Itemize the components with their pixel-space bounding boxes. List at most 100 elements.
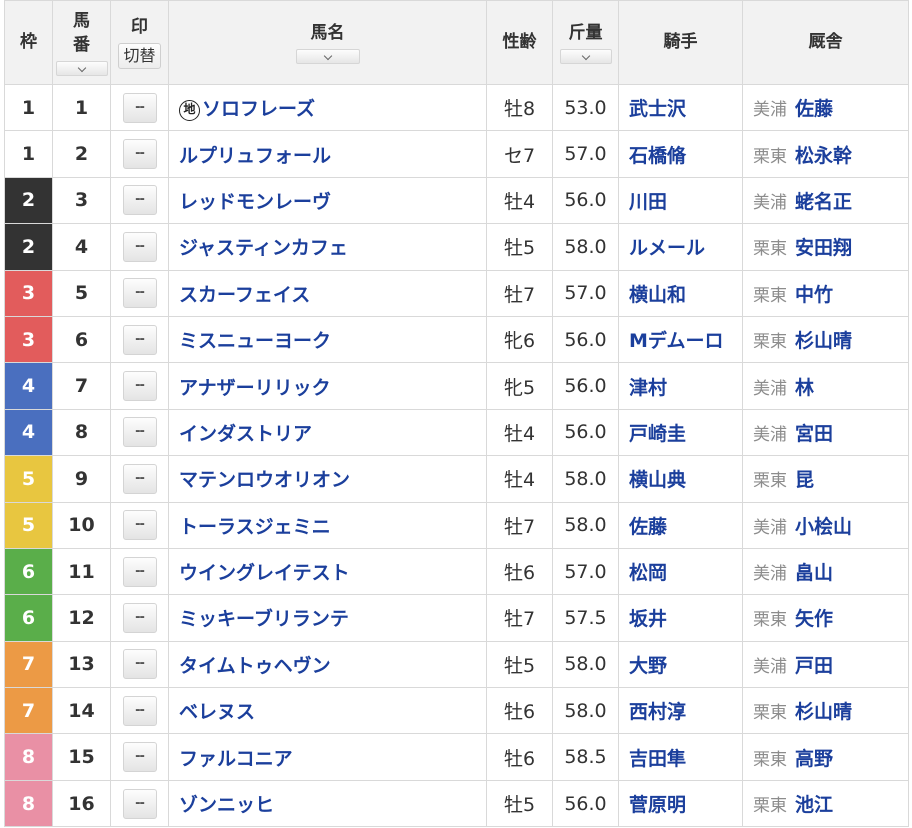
trainer-link[interactable]: 安田翔 bbox=[795, 237, 852, 259]
horse-name-link[interactable]: アナザーリリック bbox=[179, 377, 331, 399]
table-row: 4 8 -- インダストリア 牡4 56.0 戸崎圭 美浦 宮田 bbox=[4, 408, 909, 457]
trainer-region: 栗東 bbox=[753, 285, 787, 306]
mark-select-button[interactable]: -- bbox=[122, 185, 157, 216]
mark-select-button[interactable]: -- bbox=[122, 788, 157, 819]
jockey-link[interactable]: 坂井 bbox=[629, 608, 667, 630]
jockey-link[interactable]: 川田 bbox=[629, 191, 667, 213]
jockey-link[interactable]: 戸崎圭 bbox=[629, 423, 686, 445]
jockey-link[interactable]: 横山和 bbox=[629, 284, 686, 306]
trainer-link[interactable]: 池江 bbox=[795, 794, 833, 816]
jockey-cell: 石橋脩 bbox=[618, 130, 743, 178]
weight-cell: 58.0 bbox=[552, 455, 619, 503]
jockey-link[interactable]: 石橋脩 bbox=[629, 145, 686, 167]
mark-select-button[interactable]: -- bbox=[122, 463, 157, 494]
mark-select-button[interactable]: -- bbox=[122, 510, 157, 541]
weight-cell: 58.0 bbox=[552, 501, 619, 549]
mark-select-button[interactable]: -- bbox=[122, 602, 157, 633]
jockey-link[interactable]: 横山典 bbox=[629, 469, 686, 491]
jockey-cell: 川田 bbox=[618, 176, 743, 225]
horse-name-link[interactable]: ジャスティンカフェ bbox=[179, 237, 348, 259]
header-horse[interactable]: 馬名 bbox=[168, 0, 487, 85]
horse-name-link[interactable]: ゾンニッヒ bbox=[179, 794, 274, 816]
horse-name-link[interactable]: ベレヌス bbox=[179, 701, 255, 723]
mark-select-button[interactable]: -- bbox=[122, 371, 157, 402]
horse-name-link[interactable]: ルプリュフォール bbox=[179, 145, 331, 167]
horse-name-link[interactable]: ファルコニア bbox=[179, 748, 293, 770]
horse-name-link[interactable]: タイムトゥヘヴン bbox=[179, 655, 331, 677]
horse-name-cell: レッドモンレーヴ bbox=[168, 176, 487, 225]
jockey-link[interactable]: ルメール bbox=[629, 237, 705, 259]
horse-name-cell: ジャスティンカフェ bbox=[168, 223, 487, 271]
trainer-region: 美浦 bbox=[753, 100, 787, 121]
trainer-link[interactable]: 佐藤 bbox=[795, 98, 833, 120]
trainer-link[interactable]: 蛯名正 bbox=[795, 191, 852, 213]
horse-name-link[interactable]: マテンロウオリオン bbox=[179, 469, 350, 491]
header-weight[interactable]: 斤量 bbox=[552, 0, 619, 85]
table-row: 2 3 -- レッドモンレーヴ 牡4 56.0 川田 美浦 蛯名正 bbox=[4, 176, 909, 225]
mark-select-button[interactable]: -- bbox=[122, 695, 157, 726]
jockey-cell: 武士沢 bbox=[618, 83, 743, 132]
trainer-link[interactable]: 高野 bbox=[795, 748, 833, 770]
sort-weight-button[interactable] bbox=[559, 48, 612, 64]
header-umaban[interactable]: 馬番 bbox=[52, 0, 111, 85]
trainer-link[interactable]: 戸田 bbox=[795, 655, 833, 677]
trainer-link[interactable]: 杉山晴 bbox=[795, 330, 852, 352]
weight-cell: 57.5 bbox=[552, 594, 619, 642]
horse-name-link[interactable]: トーラスジェミニ bbox=[179, 516, 331, 538]
mark-select-button[interactable]: -- bbox=[122, 324, 157, 355]
jockey-link[interactable]: 大野 bbox=[629, 655, 667, 677]
mark-select-button[interactable]: -- bbox=[122, 556, 157, 587]
trainer-link[interactable]: 中竹 bbox=[795, 284, 833, 306]
mark-select-button[interactable]: -- bbox=[122, 278, 157, 309]
jockey-link[interactable]: 菅原明 bbox=[629, 794, 686, 816]
horse-name-link[interactable]: ソロフレーズ bbox=[202, 98, 315, 120]
sort-umaban-button[interactable] bbox=[55, 61, 108, 76]
horse-name-link[interactable]: ミスニューヨーク bbox=[179, 330, 331, 352]
trainer-link[interactable]: 昆 bbox=[795, 469, 814, 491]
mark-cell: -- bbox=[110, 223, 169, 271]
jockey-link[interactable]: 松岡 bbox=[629, 562, 667, 584]
horse-name-cell: ミッキーブリランテ bbox=[168, 594, 487, 642]
mark-select-button[interactable]: -- bbox=[122, 139, 157, 170]
waku-cell: 8 bbox=[4, 779, 53, 828]
horse-name-link[interactable]: レッドモンレーヴ bbox=[179, 191, 331, 213]
umaban-cell: 2 bbox=[52, 130, 111, 178]
mark-toggle-button[interactable]: 切替 bbox=[118, 43, 161, 69]
trainer-link[interactable]: 畠山 bbox=[795, 562, 833, 584]
trainer-cell: 美浦 佐藤 bbox=[742, 83, 909, 132]
trainer-region: 美浦 bbox=[753, 564, 787, 585]
jockey-link[interactable]: 津村 bbox=[629, 377, 667, 399]
mark-select-button[interactable]: -- bbox=[122, 92, 157, 123]
umaban-cell: 6 bbox=[52, 315, 111, 364]
jockey-link[interactable]: 武士沢 bbox=[629, 98, 686, 120]
trainer-link[interactable]: 松永幹 bbox=[795, 145, 852, 167]
mark-select-button[interactable]: -- bbox=[122, 417, 157, 448]
trainer-link[interactable]: 矢作 bbox=[795, 608, 833, 630]
mark-select-button[interactable]: -- bbox=[122, 231, 157, 262]
table-row: 1 2 -- ルプリュフォール セ7 57.0 石橋脩 栗東 松永幹 bbox=[4, 130, 909, 178]
trainer-link[interactable]: 杉山晴 bbox=[795, 701, 852, 723]
jockey-cell: 佐藤 bbox=[618, 501, 743, 549]
header-jockey-label: 騎手 bbox=[663, 32, 698, 52]
mark-select-button[interactable]: -- bbox=[122, 742, 157, 773]
umaban-cell: 12 bbox=[52, 594, 111, 642]
horse-name-link[interactable]: ミッキーブリランテ bbox=[179, 608, 349, 630]
mark-cell: -- bbox=[110, 687, 169, 735]
horse-name-link[interactable]: スカーフェイス bbox=[179, 284, 310, 306]
jockey-link[interactable]: 佐藤 bbox=[629, 516, 667, 538]
sort-horse-button[interactable] bbox=[295, 48, 360, 64]
mark-cell: -- bbox=[110, 83, 169, 132]
umaban-cell: 14 bbox=[52, 687, 111, 735]
trainer-link[interactable]: 小桧山 bbox=[795, 516, 852, 538]
horse-name-link[interactable]: ウイングレイテスト bbox=[179, 562, 350, 584]
jockey-link[interactable]: 吉田隼 bbox=[629, 748, 686, 770]
header-waku-label: 枠 bbox=[20, 32, 37, 52]
jockey-link[interactable]: Mデムーロ bbox=[629, 330, 724, 352]
header-sexage: 性齢 bbox=[486, 0, 553, 85]
mark-select-button[interactable]: -- bbox=[122, 649, 157, 680]
jockey-link[interactable]: 西村淳 bbox=[629, 701, 686, 723]
horse-name-link[interactable]: インダストリア bbox=[179, 423, 312, 445]
trainer-link[interactable]: 宮田 bbox=[795, 423, 833, 445]
header-mark-label: 印 bbox=[131, 17, 148, 37]
trainer-link[interactable]: 林 bbox=[795, 377, 814, 399]
